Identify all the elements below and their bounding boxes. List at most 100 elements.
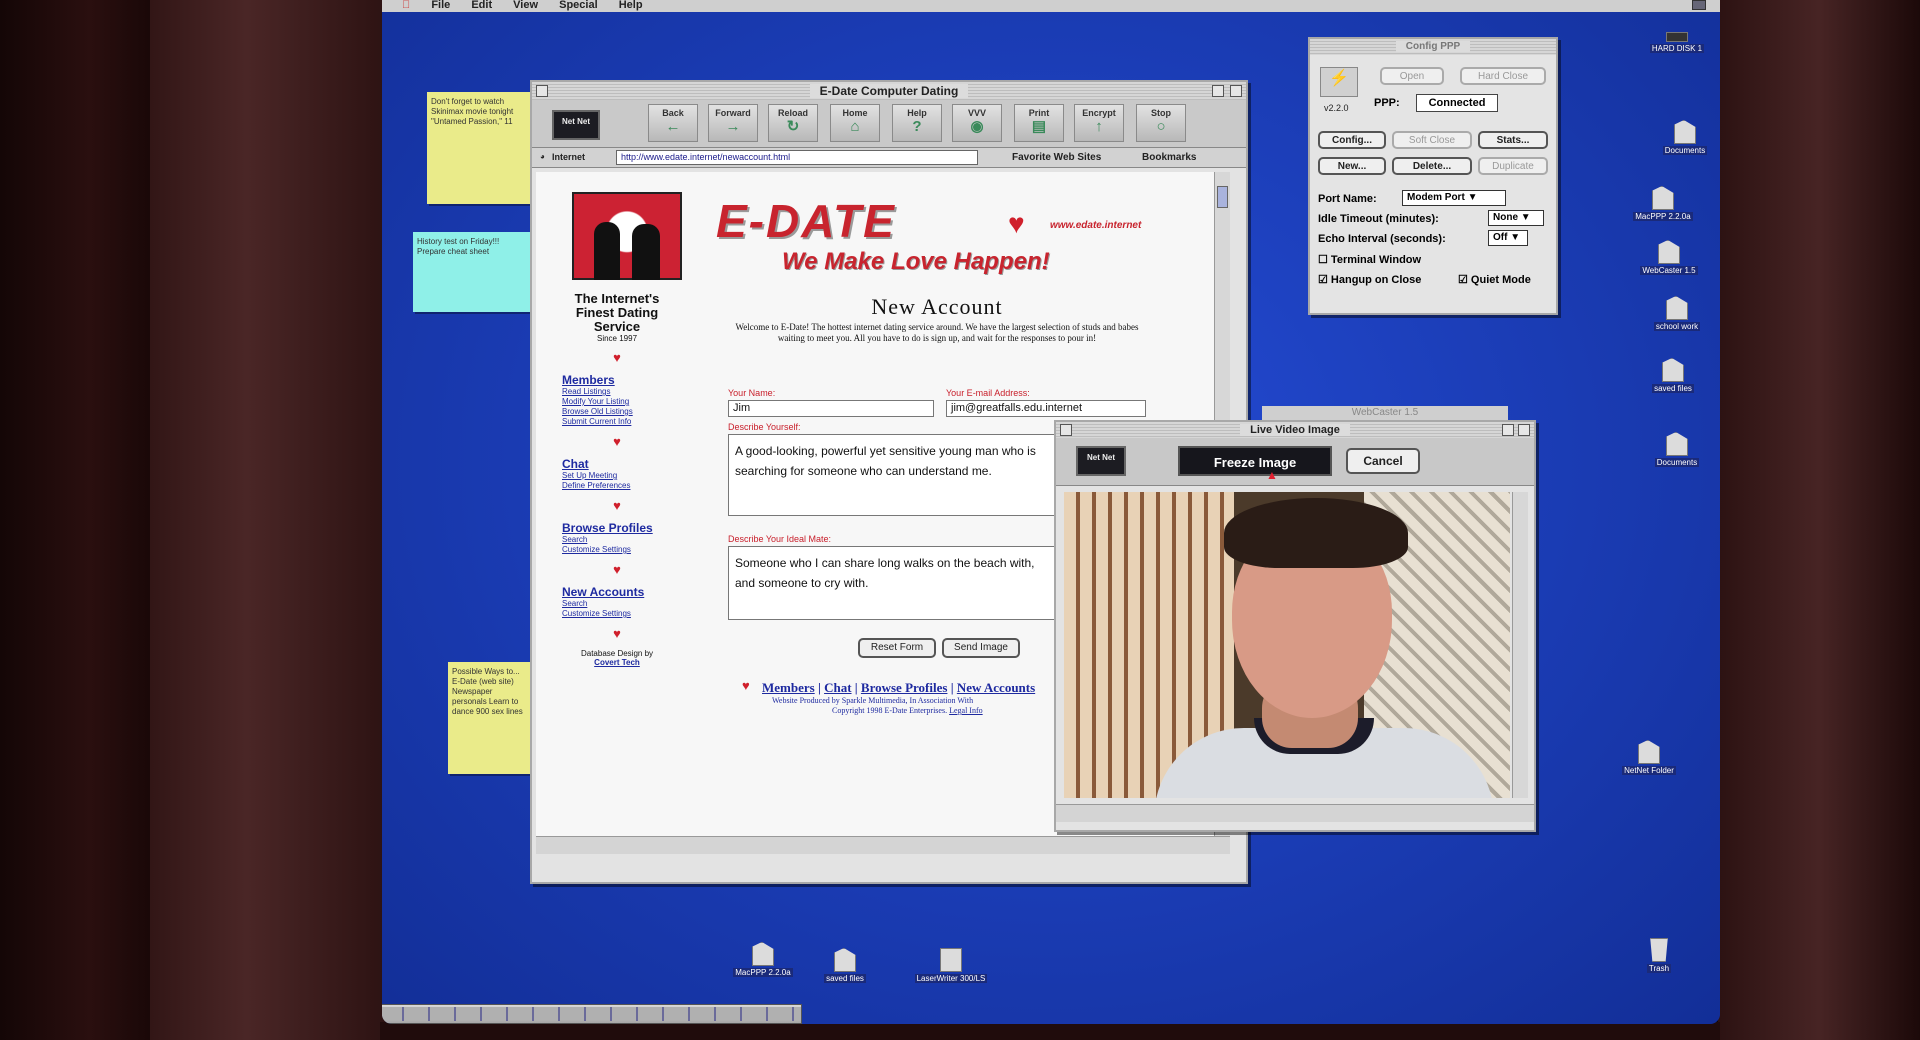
hard-disk-icon[interactable]: HARD DISK 1 xyxy=(1632,32,1720,53)
nav-link[interactable]: Browse Old Listings xyxy=(562,407,702,417)
scroll-thumb[interactable] xyxy=(1217,186,1228,208)
vvv-button[interactable]: VVV ◉ xyxy=(952,104,1002,142)
home-button[interactable]: Home ⌂ xyxy=(830,104,880,142)
idle-select[interactable]: None ▼ xyxy=(1488,210,1544,226)
video-vertical-scrollbar[interactable] xyxy=(1512,492,1528,798)
soft-close-button[interactable]: Soft Close xyxy=(1392,131,1472,149)
sticky-note[interactable]: Don't forget to watch Skinimax movie ton… xyxy=(427,92,532,204)
stats-button[interactable]: Stats... xyxy=(1478,131,1548,149)
terminal-window-checkbox[interactable]: ☐ Terminal Window xyxy=(1318,253,1421,266)
macppp-alias-icon[interactable]: MacPPP 2.2.0a xyxy=(718,942,808,977)
send-image-button[interactable]: Send Image xyxy=(942,638,1020,658)
freeze-image-button[interactable]: Freeze Image xyxy=(1178,446,1332,476)
netnet-logo-button[interactable]: Net Net xyxy=(1076,446,1126,476)
footer-link-members[interactable]: Members xyxy=(762,680,815,695)
netnet-folder-icon[interactable]: NetNet Folder xyxy=(1604,740,1694,775)
control-strip[interactable] xyxy=(382,1004,802,1024)
close-box-icon[interactable] xyxy=(536,85,548,97)
menu-help[interactable]: Help xyxy=(619,0,643,11)
describe-textarea[interactable]: A good-looking, powerful yet sensitive y… xyxy=(728,434,1058,516)
reload-button[interactable]: Reload ↻ xyxy=(768,104,818,142)
apple-menu-icon[interactable]:  xyxy=(402,0,410,11)
video-horizontal-scrollbar[interactable] xyxy=(1056,804,1534,822)
heart-icon: ♥ xyxy=(613,434,621,449)
nav-browse-profiles[interactable]: Browse Profiles xyxy=(562,521,702,535)
nav-new-accounts[interactable]: New Accounts xyxy=(562,585,702,599)
print-button[interactable]: Print ▤ xyxy=(1014,104,1064,142)
close-box-icon[interactable] xyxy=(1060,424,1072,436)
webcaster-folder-icon[interactable]: WebCaster 1.5 xyxy=(1624,240,1714,275)
hangup-checkbox[interactable]: ☑ Hangup on Close xyxy=(1318,273,1421,286)
menu-special[interactable]: Special xyxy=(559,0,598,11)
footer-link-new[interactable]: New Accounts xyxy=(957,680,1035,695)
nav-link[interactable]: Search xyxy=(562,599,702,609)
config-button[interactable]: Config... xyxy=(1318,131,1386,149)
url-input[interactable]: http://www.edate.internet/newaccount.htm… xyxy=(616,150,978,165)
encrypt-button[interactable]: Encrypt ↑ xyxy=(1074,104,1124,142)
saved-files-folder-icon[interactable]: saved files xyxy=(1628,358,1718,393)
open-button[interactable]: Open xyxy=(1380,67,1444,85)
nav-link[interactable]: Set Up Meeting xyxy=(562,471,702,481)
collapse-box-icon[interactable] xyxy=(1230,85,1242,97)
nav-link[interactable]: Define Preferences xyxy=(562,481,702,491)
quiet-mode-checkbox[interactable]: ☑ Quiet Mode xyxy=(1458,273,1531,286)
menu-edit[interactable]: Edit xyxy=(471,0,492,11)
stop-button[interactable]: Stop ○ xyxy=(1136,104,1186,142)
cancel-button[interactable]: Cancel xyxy=(1346,448,1420,474)
horizontal-scrollbar[interactable] xyxy=(536,836,1230,854)
video-title-bar[interactable]: Live Video Image xyxy=(1056,422,1534,438)
nav-members[interactable]: Members xyxy=(562,373,702,387)
nav-link[interactable]: Read Listings xyxy=(562,387,702,397)
legal-link[interactable]: Legal Info xyxy=(949,706,983,715)
credit-link[interactable]: Covert Tech xyxy=(562,658,672,667)
browser-title: E-Date Computer Dating xyxy=(809,84,969,98)
nav-link[interactable]: Submit Current Info xyxy=(562,417,702,427)
nav-chat[interactable]: Chat xyxy=(562,457,702,471)
footer-link-chat[interactable]: Chat xyxy=(824,680,851,695)
browser-title-bar[interactable]: E-Date Computer Dating xyxy=(532,82,1246,100)
ideal-mate-textarea[interactable]: Someone who I can share long walks on th… xyxy=(728,546,1058,620)
email-input[interactable]: jim@greatfalls.edu.internet xyxy=(946,400,1146,417)
macppp-folder-icon[interactable]: MacPPP 2.2.0a xyxy=(1618,186,1708,221)
nav-link[interactable]: Search xyxy=(562,535,702,545)
ppp-title-bar[interactable]: Config PPP xyxy=(1310,39,1556,55)
saved-files-alias-icon[interactable]: saved files xyxy=(800,948,890,983)
back-button[interactable]: Back ← xyxy=(648,104,698,142)
favorite-web-sites-link[interactable]: Favorite Web Sites xyxy=(1012,152,1101,163)
name-input[interactable]: Jim xyxy=(728,400,934,417)
menu-view[interactable]: View xyxy=(513,0,538,11)
zoom-box-icon[interactable] xyxy=(1502,424,1514,436)
folder-icon xyxy=(752,942,774,966)
delete-button[interactable]: Delete... xyxy=(1392,157,1472,175)
echo-select[interactable]: Off ▼ xyxy=(1488,230,1528,246)
nav-link[interactable]: Customize Settings xyxy=(562,609,702,619)
reset-form-button[interactable]: Reset Form xyxy=(858,638,936,658)
port-select[interactable]: Modem Port ▼ xyxy=(1402,190,1506,206)
trash-icon[interactable]: Trash xyxy=(1614,938,1704,973)
laserwriter-icon[interactable]: LaserWriter 300/LS xyxy=(906,948,996,983)
documents-folder-icon[interactable]: Documents xyxy=(1640,120,1720,155)
nav-link[interactable]: Customize Settings xyxy=(562,545,702,555)
sticky-note[interactable]: Possible Ways to... E-Date (web site) Ne… xyxy=(448,662,532,774)
school-work-folder-icon[interactable]: school work xyxy=(1632,296,1720,331)
help-button[interactable]: Help? xyxy=(892,104,942,142)
webcaster-back-title[interactable]: WebCaster 1.5 xyxy=(1262,406,1508,420)
forward-button[interactable]: Forward → xyxy=(708,104,758,142)
banner-slogan: We Make Love Happen! xyxy=(782,248,1050,275)
nav-link[interactable]: Modify Your Listing xyxy=(562,397,702,407)
help-label: Help xyxy=(907,108,927,118)
folder-icon xyxy=(1638,740,1660,764)
collapse-box-icon[interactable] xyxy=(1518,424,1530,436)
duplicate-button[interactable]: Duplicate xyxy=(1478,157,1548,175)
documents-folder-icon[interactable]: Documents xyxy=(1632,432,1720,467)
new-button[interactable]: New... xyxy=(1318,157,1386,175)
zoom-box-icon[interactable] xyxy=(1212,85,1224,97)
application-menu-icon[interactable] xyxy=(1692,0,1706,10)
sticky-note[interactable]: History test on Friday!!! Prepare cheat … xyxy=(413,232,532,312)
footer-link-browse[interactable]: Browse Profiles xyxy=(861,680,948,695)
menu-file[interactable]: File xyxy=(431,0,450,11)
netnet-logo-button[interactable]: Net Net xyxy=(552,110,600,140)
idle-label: Idle Timeout (minutes): xyxy=(1318,213,1439,225)
hard-close-button[interactable]: Hard Close xyxy=(1460,67,1546,85)
bookmarks-link[interactable]: Bookmarks xyxy=(1142,152,1196,163)
